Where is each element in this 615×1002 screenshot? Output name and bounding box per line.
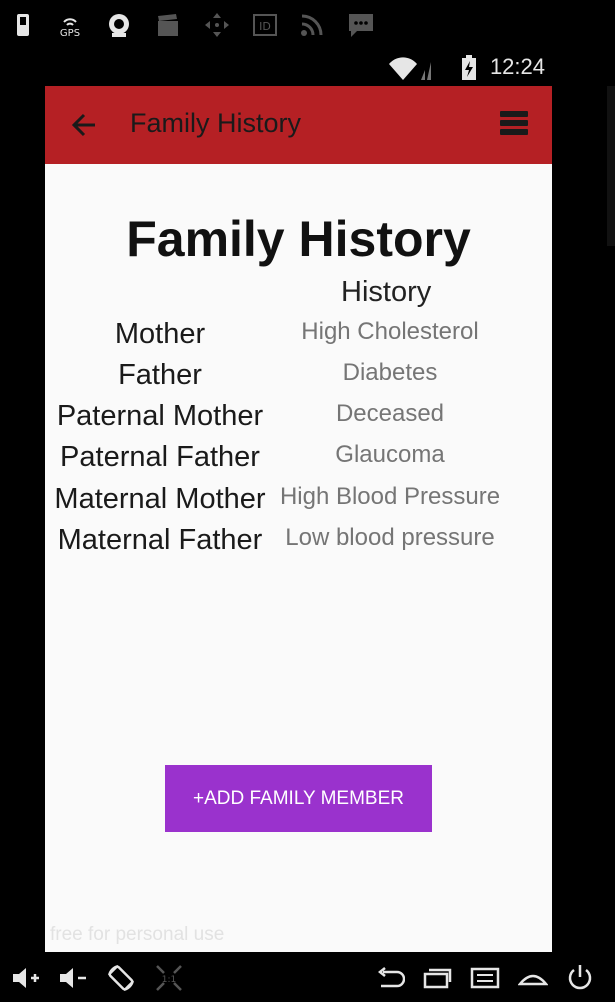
camera-icon <box>104 10 134 40</box>
id-icon: ID <box>250 10 280 40</box>
rotate-icon[interactable] <box>103 960 139 996</box>
relation-label: Father <box>118 359 202 391</box>
table-row: Mother High Cholesterol <box>45 318 552 358</box>
relation-label: Mother <box>114 318 206 350</box>
clapper-icon <box>153 10 183 40</box>
gps-icon: GPS <box>55 10 85 40</box>
table-row: Father Diabetes <box>45 359 552 399</box>
condition-label: High Blood Pressure <box>279 483 501 510</box>
table-row: Maternal Mother High Blood Pressure <box>45 483 552 523</box>
status-bar: 12:24 <box>0 50 615 86</box>
menu-icon[interactable] <box>467 960 503 996</box>
rss-icon <box>297 10 327 40</box>
scale-icon[interactable]: 1:1 <box>151 960 187 996</box>
svg-text:1:1: 1:1 <box>162 975 176 985</box>
battery-charging-icon <box>461 55 477 85</box>
notification-bar: GPS ID <box>0 0 615 50</box>
move-icon <box>202 10 232 40</box>
svg-text:ID: ID <box>259 20 271 33</box>
table-row: Maternal Father Low blood pressure <box>45 524 552 564</box>
hamburger-menu-icon[interactable] <box>500 111 528 137</box>
table-row: Paternal Mother Deceased <box>45 400 552 440</box>
relation-label: Paternal Father <box>60 441 260 473</box>
page-title: Family History <box>126 211 471 267</box>
condition-label: Glaucoma <box>335 441 445 468</box>
relation-label: Maternal Father <box>57 524 263 556</box>
toolbar: Family History <box>45 86 552 164</box>
history-column-header: History <box>341 276 432 308</box>
power-icon[interactable] <box>562 960 598 996</box>
volume-down-icon[interactable] <box>55 960 91 996</box>
navigation-bar: 1:1 <box>0 952 615 1002</box>
condition-label: Diabetes <box>342 359 438 386</box>
relation-label: Maternal Mother <box>54 483 266 515</box>
volume-up-icon[interactable] <box>8 960 44 996</box>
condition-label: Deceased <box>335 400 445 427</box>
wifi-icon <box>389 56 433 84</box>
svg-text:GPS: GPS <box>60 28 80 39</box>
condition-label: Low blood pressure <box>285 524 495 551</box>
app-window: Family History Family History History Mo… <box>45 86 552 952</box>
scrollbar[interactable] <box>607 86 615 246</box>
back-arrow-icon[interactable] <box>67 108 101 142</box>
toolbar-title: Family History <box>130 108 302 138</box>
back-icon[interactable] <box>372 960 408 996</box>
sms-icon <box>346 10 376 40</box>
watermark: free for personal use <box>50 924 225 945</box>
recent-apps-icon[interactable] <box>419 960 455 996</box>
add-family-member-button[interactable]: +ADD FAMILY MEMBER <box>165 765 432 832</box>
home-icon[interactable] <box>515 960 551 996</box>
sim-icon <box>8 10 38 40</box>
condition-label: High Cholesterol <box>301 318 479 345</box>
relation-label: Paternal Mother <box>56 400 264 432</box>
status-time: 12:24 <box>489 54 545 79</box>
table-row: Paternal Father Glaucoma <box>45 441 552 481</box>
